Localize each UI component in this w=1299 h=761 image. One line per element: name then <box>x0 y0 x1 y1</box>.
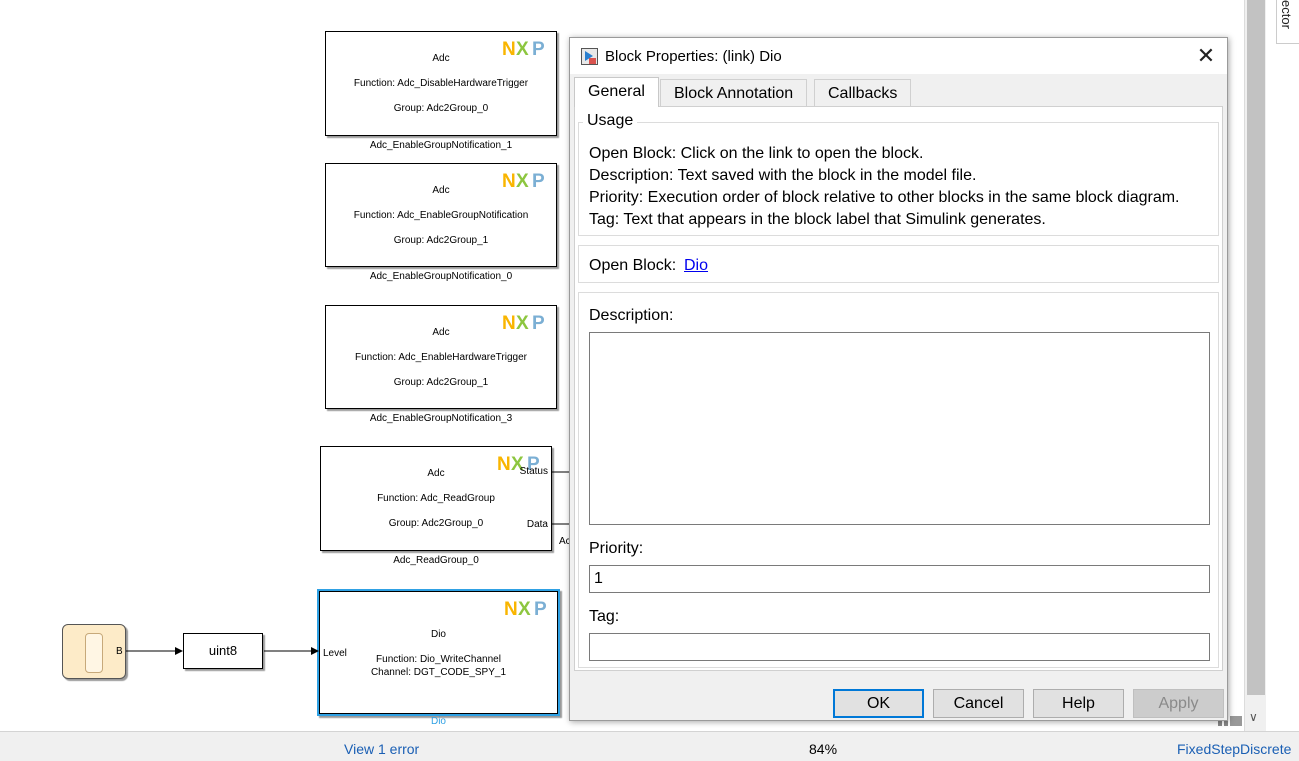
block-function: Function: Adc_ReadGroup <box>377 493 495 504</box>
property-inspector-tab[interactable]: ector <box>1276 0 1299 44</box>
block-name-label[interactable]: Adc_EnableGroupNotification_1 <box>325 140 557 151</box>
usage-line-open-block: Open Block: Click on the link to open th… <box>589 145 924 162</box>
block-title: Adc <box>432 185 450 196</box>
block-group: Group: Adc2Group_1 <box>393 377 489 388</box>
cancel-button[interactable]: Cancel <box>933 689 1024 718</box>
zoom-level: 84% <box>809 741 838 757</box>
solver-link[interactable]: FixedStepDiscrete <box>1177 741 1291 757</box>
block-group: Group: Adc2Group_0 <box>393 103 489 114</box>
tag-field[interactable] <box>589 633 1210 661</box>
nxp-logo: NXP <box>504 599 547 620</box>
level-port-label: Level <box>323 648 347 659</box>
usage-line-priority: Priority: Execution order of block relat… <box>589 189 1180 206</box>
dialog-title: Block Properties: (link) Dio <box>605 48 782 65</box>
scroll-down-icon[interactable]: ∨ <box>1249 710 1258 724</box>
stateflow-chart-block[interactable]: B <box>62 624 126 679</box>
adc-enable-hw-trigger-block[interactable]: NXP Adc Function: Adc_EnableHardwareTrig… <box>325 305 557 409</box>
block-function: Function: Adc_EnableGroupNotification <box>353 210 529 221</box>
block-title: Adc <box>427 468 445 479</box>
block-function: Function: Adc_EnableHardwareTrigger <box>355 352 527 363</box>
usage-line-tag: Tag: Text that appears in the block labe… <box>589 211 1046 228</box>
open-block-label: Open Block: <box>589 257 677 274</box>
dio-block-name[interactable]: Dio <box>317 716 560 727</box>
description-textarea[interactable] <box>589 332 1210 525</box>
close-icon[interactable]: ✕ <box>1190 42 1222 70</box>
b-port-label: B <box>116 646 123 657</box>
apply-button[interactable]: Apply <box>1133 689 1224 718</box>
view-errors-link[interactable]: View 1 error <box>344 741 419 757</box>
scrollbar-thumb[interactable] <box>1247 0 1265 695</box>
dio-block[interactable]: NXP Dio Function: Dio_WriteChannel Chann… <box>317 589 560 716</box>
open-block-group: Open Block: Dio <box>578 245 1219 283</box>
usage-line-description: Description: Text saved with the block i… <box>589 167 977 184</box>
ok-button[interactable]: OK <box>833 689 924 718</box>
tab-block-annotation[interactable]: Block Annotation <box>660 79 808 106</box>
usage-group: Usage Open Block: Click on the link to o… <box>578 112 1219 236</box>
adc-enable-notification-block[interactable]: NXP Adc Function: Adc_EnableGroupNotific… <box>325 163 557 267</box>
adc-disable-trigger-block[interactable]: NXP Adc Function: Adc_DisableHardwareTri… <box>325 31 557 136</box>
block-title: Dio <box>430 629 446 640</box>
block-name-label[interactable]: Adc_EnableGroupNotification_3 <box>325 413 557 424</box>
stateflow-icon <box>85 633 103 673</box>
tab-general[interactable]: General <box>574 77 659 107</box>
help-button[interactable]: Help <box>1033 689 1124 718</box>
svg-text:N: N <box>504 599 518 620</box>
description-label: Description: <box>589 307 674 324</box>
open-block-link[interactable]: Dio <box>684 257 708 275</box>
vertical-scrollbar[interactable]: ∨ <box>1244 0 1266 731</box>
block-function: Function: Adc_DisableHardwareTrigger <box>353 78 529 89</box>
status-bar: View 1 error 84% FixedStepDiscrete <box>0 731 1299 761</box>
data-type-conversion-block[interactable]: uint8 <box>183 633 263 669</box>
tab-callbacks[interactable]: Callbacks <box>814 79 912 106</box>
inspector-tab-label: ector <box>1279 0 1294 29</box>
simulink-icon <box>581 48 598 65</box>
svg-text:P: P <box>534 599 547 620</box>
block-group: Group: Adc2Group_0 <box>388 518 484 529</box>
block-title: Adc <box>432 53 450 64</box>
priority-field[interactable]: 1 <box>589 565 1210 593</box>
block-channel: Channel: DGT_CODE_SPY_1 <box>370 667 507 678</box>
block-group: Group: Adc2Group_1 <box>393 235 489 246</box>
svg-text:X: X <box>518 599 531 620</box>
block-name-label[interactable]: Adc_EnableGroupNotification_0 <box>325 271 557 282</box>
block-function: Function: Dio_WriteChannel <box>376 654 501 665</box>
conversion-label: uint8 <box>208 643 238 658</box>
general-tab-panel: Usage Open Block: Click on the link to o… <box>574 106 1223 671</box>
usage-group-title: Usage <box>583 112 638 130</box>
data-port-label: Data <box>526 519 548 530</box>
dialog-titlebar[interactable]: Block Properties: (link) Dio ✕ <box>570 38 1227 74</box>
status-port-label: Status <box>519 466 548 477</box>
properties-fields-group: Description: Priority: 1 Tag: <box>578 292 1219 668</box>
tag-label: Tag: <box>589 608 620 625</box>
priority-label: Priority: <box>589 540 644 557</box>
block-properties-dialog: Block Properties: (link) Dio ✕ General B… <box>569 37 1228 721</box>
adc-read-group-block[interactable]: NXP Adc Function: Adc_ReadGroup Group: A… <box>320 446 552 551</box>
block-name-label[interactable]: Adc_ReadGroup_0 <box>320 555 552 566</box>
block-title: Adc <box>432 327 450 338</box>
